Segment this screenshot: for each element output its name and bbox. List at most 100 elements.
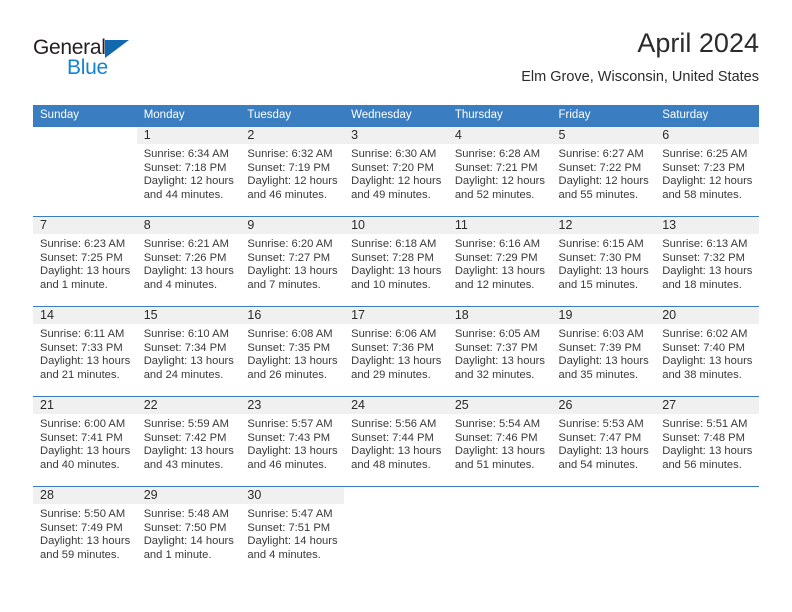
daylight-text-line1: Daylight: 13 hours — [454, 265, 545, 278]
sunrise-text: Sunrise: 6:08 AM — [247, 328, 333, 340]
daylight-text-line2: and 54 minutes. — [558, 458, 639, 471]
sunrise-text: Sunrise: 5:56 AM — [351, 418, 437, 430]
sunrise-text: Sunrise: 5:50 AM — [40, 508, 126, 520]
day-number: 15 — [136, 307, 241, 324]
sunrise-text: Sunrise: 6:00 AM — [40, 418, 126, 430]
day-cell[interactable]: 12 Sunrise: 6:15 AM Sunset: 7:30 PM Dayligh… — [551, 217, 656, 306]
day-cell[interactable]: 6 Sunrise: 6:25 AM Sunset: 7:23 PM Daylight… — [655, 127, 759, 216]
daylight-text-line1: Daylight: 12 hours — [247, 175, 338, 188]
daylight-text-line2: and 12 minutes. — [454, 278, 535, 291]
day-number: 18 — [447, 307, 552, 324]
calendar-week-row: 1 Sunrise: 6:34 AM Sunset: 7:18 PM Daylight… — [33, 127, 759, 217]
sunset-text: Sunset: 7:23 PM — [662, 161, 745, 174]
day-cell[interactable]: 17 Sunrise: 6:06 AM Sunset: 7:36 PM Dayligh… — [344, 307, 448, 396]
day-cell[interactable]: 18 Sunrise: 6:05 AM Sunset: 7:37 PM Dayligh… — [447, 307, 552, 396]
day-cell[interactable]: 24 Sunrise: 5:56 AM Sunset: 7:44 PM Dayligh… — [344, 397, 448, 486]
day-cell[interactable]: 4 Sunrise: 6:28 AM Sunset: 7:21 PM Daylight… — [447, 127, 552, 216]
day-cell[interactable]: 22 Sunrise: 5:59 AM Sunset: 7:42 PM Dayligh… — [136, 397, 241, 486]
daylight-text-line2: and 32 minutes. — [454, 368, 535, 381]
day-cell[interactable]: 19 Sunrise: 6:03 AM Sunset: 7:39 PM Dayligh… — [551, 307, 656, 396]
sunset-text: Sunset: 7:37 PM — [454, 341, 538, 354]
calendar-cell: 9 Sunrise: 6:20 AM Sunset: 7:27 PM Daylight… — [240, 216, 345, 307]
day-cell[interactable]: 14 Sunrise: 6:11 AM Sunset: 7:33 PM Dayligh… — [33, 307, 137, 396]
daylight-text-line2: and 15 minutes. — [558, 278, 639, 291]
day-cell[interactable]: 1 Sunrise: 6:34 AM Sunset: 7:18 PM Daylight… — [136, 127, 241, 216]
daylight-text-line2: and 26 minutes. — [247, 368, 328, 381]
day-details: Sunrise: 5:47 AM Sunset: 7:51 PM Daylight:… — [240, 504, 344, 562]
day-cell[interactable]: 29 Sunrise: 5:48 AM Sunset: 7:50 PM Dayligh… — [136, 487, 241, 576]
calendar-cell: 3 Sunrise: 6:30 AM Sunset: 7:20 PM Daylight… — [344, 127, 448, 217]
daylight-text-line1: Daylight: 13 hours — [40, 355, 131, 368]
daylight-text-line2: and 24 minutes. — [143, 368, 224, 381]
day-cell[interactable]: 26 Sunrise: 5:53 AM Sunset: 7:47 PM Dayligh… — [551, 397, 656, 486]
day-number: 24 — [344, 397, 448, 414]
daylight-text-line1: Daylight: 12 hours — [454, 175, 545, 188]
day-cell[interactable]: 2 Sunrise: 6:32 AM Sunset: 7:19 PM Daylight… — [240, 127, 345, 216]
sunset-text: Sunset: 7:27 PM — [247, 251, 331, 264]
sunrise-text: Sunrise: 6:11 AM — [40, 328, 125, 340]
calendar-cell: 22 Sunrise: 5:59 AM Sunset: 7:42 PM Dayligh… — [136, 396, 241, 487]
day-cell[interactable]: 15 Sunrise: 6:10 AM Sunset: 7:34 PM Dayligh… — [136, 307, 241, 396]
sunset-text: Sunset: 7:49 PM — [40, 521, 123, 534]
sunset-text: Sunset: 7:36 PM — [351, 341, 434, 354]
day-details: Sunrise: 6:32 AM Sunset: 7:19 PM Daylight:… — [240, 144, 344, 202]
day-cell[interactable]: 27 Sunrise: 5:51 AM Sunset: 7:48 PM Dayligh… — [655, 397, 759, 486]
day-cell[interactable]: 13 Sunrise: 6:13 AM Sunset: 7:32 PM Dayligh… — [655, 217, 759, 306]
brand-logo[interactable]: General Blue — [33, 36, 253, 84]
sunset-text: Sunset: 7:50 PM — [143, 521, 227, 534]
daylight-text-line2: and 29 minutes. — [351, 368, 431, 381]
day-cell-empty — [552, 487, 656, 576]
day-details: Sunrise: 6:16 AM Sunset: 7:29 PM Daylight:… — [448, 234, 552, 292]
calendar-cell: 24 Sunrise: 5:56 AM Sunset: 7:44 PM Dayligh… — [344, 396, 448, 487]
day-number — [552, 487, 656, 504]
calendar-cell: 11 Sunrise: 6:16 AM Sunset: 7:29 PM Dayligh… — [447, 216, 552, 307]
sunset-text: Sunset: 7:47 PM — [558, 431, 642, 444]
day-details: Sunrise: 6:21 AM Sunset: 7:26 PM Daylight:… — [137, 234, 241, 292]
daylight-text-line1: Daylight: 13 hours — [40, 535, 131, 548]
day-cell[interactable]: 21 Sunrise: 6:00 AM Sunset: 7:41 PM Dayligh… — [33, 397, 137, 486]
daylight-text-line1: Daylight: 13 hours — [351, 445, 442, 458]
weekday-header-thursday: Thursday — [447, 105, 552, 127]
calendar-cell: 7 Sunrise: 6:23 AM Sunset: 7:25 PM Daylight… — [33, 216, 137, 307]
daylight-text-line2: and 44 minutes. — [143, 188, 224, 201]
day-details: Sunrise: 6:25 AM Sunset: 7:23 PM Daylight:… — [655, 144, 759, 202]
daylight-text-line1: Daylight: 13 hours — [454, 445, 545, 458]
sunset-text: Sunset: 7:28 PM — [351, 251, 434, 264]
sunset-text: Sunset: 7:26 PM — [143, 251, 227, 264]
weekday-header-friday: Friday — [551, 105, 656, 127]
daylight-text-line2: and 58 minutes. — [662, 188, 742, 201]
daylight-text-line2: and 56 minutes. — [662, 458, 742, 471]
calendar-cell: 29 Sunrise: 5:48 AM Sunset: 7:50 PM Dayligh… — [136, 486, 241, 576]
day-cell[interactable]: 10 Sunrise: 6:18 AM Sunset: 7:28 PM Dayligh… — [344, 217, 448, 306]
page-title: April 2024 — [637, 28, 759, 58]
day-cell[interactable]: 9 Sunrise: 6:20 AM Sunset: 7:27 PM Daylight… — [240, 217, 345, 306]
day-cell[interactable]: 30 Sunrise: 5:47 AM Sunset: 7:51 PM Dayligh… — [240, 487, 345, 576]
day-details: Sunrise: 6:15 AM Sunset: 7:30 PM Daylight:… — [552, 234, 656, 292]
day-cell[interactable]: 28 Sunrise: 5:50 AM Sunset: 7:49 PM Dayligh… — [33, 487, 137, 576]
day-number — [344, 487, 448, 504]
daylight-text-line1: Daylight: 12 hours — [143, 175, 234, 188]
day-cell[interactable]: 23 Sunrise: 5:57 AM Sunset: 7:43 PM Dayligh… — [240, 397, 345, 486]
day-details: Sunrise: 6:00 AM Sunset: 7:41 PM Daylight:… — [33, 414, 137, 472]
day-cell[interactable]: 11 Sunrise: 6:16 AM Sunset: 7:29 PM Dayligh… — [447, 217, 552, 306]
day-number: 17 — [344, 307, 448, 324]
day-number: 29 — [136, 487, 241, 504]
sunrise-text: Sunrise: 6:21 AM — [143, 238, 229, 250]
sunrise-text: Sunrise: 6:16 AM — [454, 238, 541, 250]
daylight-text-line2: and 38 minutes. — [662, 368, 742, 381]
day-cell[interactable]: 25 Sunrise: 5:54 AM Sunset: 7:46 PM Dayligh… — [447, 397, 552, 486]
daylight-text-line1: Daylight: 13 hours — [143, 445, 234, 458]
sunset-text: Sunset: 7:34 PM — [143, 341, 227, 354]
daylight-text-line2: and 1 minute. — [143, 548, 212, 561]
daylight-text-line1: Daylight: 13 hours — [351, 355, 442, 368]
day-cell[interactable]: 16 Sunrise: 6:08 AM Sunset: 7:35 PM Dayligh… — [240, 307, 345, 396]
day-cell[interactable]: 5 Sunrise: 6:27 AM Sunset: 7:22 PM Daylight… — [551, 127, 656, 216]
day-cell[interactable]: 3 Sunrise: 6:30 AM Sunset: 7:20 PM Daylight… — [344, 127, 448, 216]
daylight-text-line1: Daylight: 13 hours — [247, 265, 338, 278]
day-cell[interactable]: 7 Sunrise: 6:23 AM Sunset: 7:25 PM Daylight… — [33, 217, 137, 306]
sunset-text: Sunset: 7:41 PM — [40, 431, 123, 444]
daylight-text-line1: Daylight: 13 hours — [662, 445, 753, 458]
day-cell[interactable]: 8 Sunrise: 6:21 AM Sunset: 7:26 PM Daylight… — [136, 217, 241, 306]
day-cell[interactable]: 20 Sunrise: 6:02 AM Sunset: 7:40 PM Dayligh… — [655, 307, 759, 396]
sunset-text: Sunset: 7:35 PM — [247, 341, 331, 354]
